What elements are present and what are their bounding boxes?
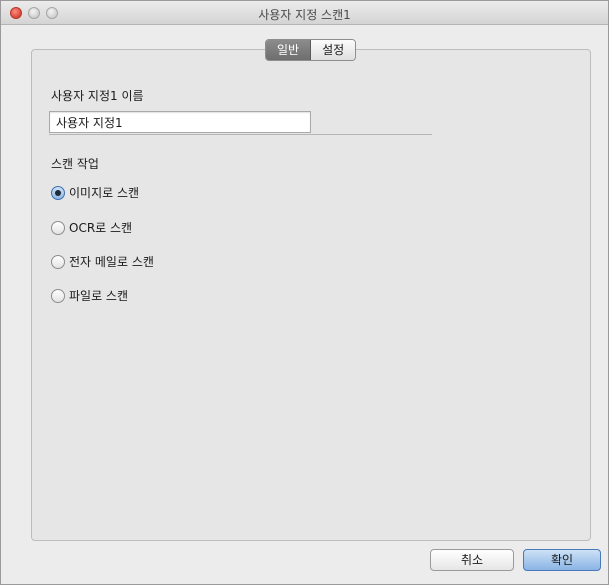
tab-settings[interactable]: 설정 <box>311 40 356 60</box>
name-input[interactable] <box>49 111 311 133</box>
radio-scan-to-image[interactable]: 이미지로 스캔 <box>51 184 139 201</box>
radio-unselected-icon[interactable] <box>51 288 65 303</box>
scan-action-label: 스캔 작업 <box>51 157 99 171</box>
radio-scan-to-file[interactable]: 파일로 스캔 <box>51 287 128 304</box>
radio-unselected-icon[interactable] <box>51 254 65 269</box>
window-title: 사용자 지정 스캔1 <box>258 8 351 22</box>
radio-scan-to-ocr[interactable]: OCR로 스캔 <box>51 219 132 236</box>
dialog-window: 사용자 지정 스캔1 일반 설정 사용자 지정1 이름 스캔 작업 이미지로 스… <box>0 0 609 585</box>
radio-unselected-icon[interactable] <box>51 220 65 235</box>
radio-label-scan-to-image: 이미지로 스캔 <box>69 186 140 200</box>
name-field-label: 사용자 지정1 이름 <box>51 89 144 103</box>
radio-selected-icon[interactable] <box>51 185 65 200</box>
divider <box>49 134 432 135</box>
tab-general[interactable]: 일반 <box>266 40 312 60</box>
radio-label-scan-to-email: 전자 메일로 스캔 <box>69 255 154 269</box>
radio-label-scan-to-ocr: OCR로 스캔 <box>69 221 133 235</box>
ok-button[interactable]: 확인 <box>523 549 601 571</box>
cancel-button[interactable]: 취소 <box>430 549 514 571</box>
title-bar[interactable]: 사용자 지정 스캔1 <box>1 1 608 25</box>
radio-scan-to-email[interactable]: 전자 메일로 스캔 <box>51 253 154 270</box>
tab-bar: 일반 설정 <box>265 39 357 61</box>
radio-label-scan-to-file: 파일로 스캔 <box>69 289 129 303</box>
